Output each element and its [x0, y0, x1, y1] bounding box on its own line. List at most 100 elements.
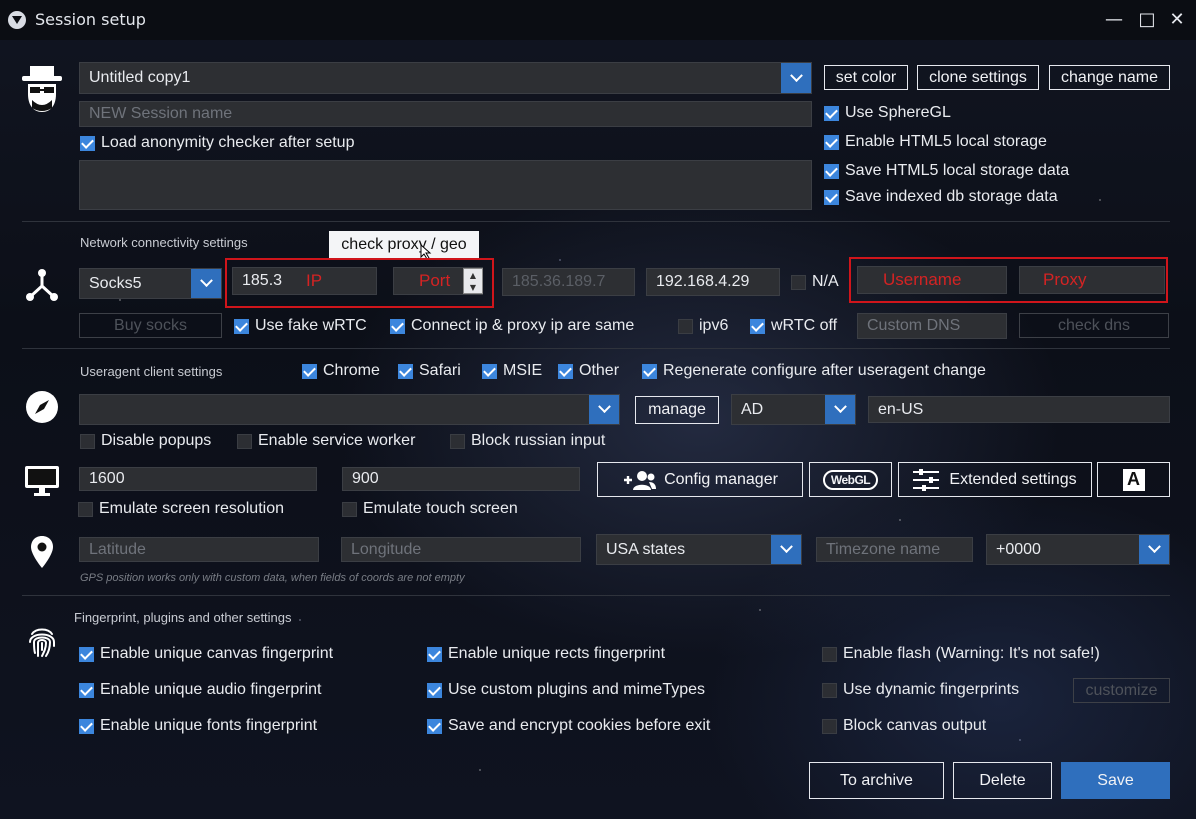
- latitude-input[interactable]: Latitude: [79, 537, 319, 562]
- timezone-input[interactable]: Timezone name: [816, 537, 973, 562]
- delete-button[interactable]: Delete: [953, 762, 1052, 799]
- gps-note: GPS position works only with custom data…: [80, 572, 465, 584]
- chevron-down-icon[interactable]: [589, 395, 619, 424]
- config-manager-button[interactable]: Config manager: [597, 462, 803, 497]
- checkbox-label: Emulate touch screen: [363, 500, 518, 517]
- encrypt-cookies-checkbox[interactable]: Save and encrypt cookies before exit: [427, 717, 710, 735]
- checkbox-icon: [750, 318, 765, 334]
- safari-checkbox[interactable]: Safari: [398, 362, 461, 380]
- proxy-password-input[interactable]: Proxy: [1019, 266, 1165, 294]
- msie-checkbox[interactable]: MSIE: [482, 362, 542, 380]
- emulate-touch-checkbox[interactable]: Emulate touch screen: [342, 500, 518, 518]
- session-notes-textarea[interactable]: [79, 160, 812, 210]
- useragent-select[interactable]: [79, 394, 620, 425]
- checkbox-icon: [482, 363, 497, 379]
- checkbox-icon: [558, 363, 573, 379]
- connect-ip-same-checkbox[interactable]: Connect ip & proxy ip are same: [390, 317, 634, 335]
- change-name-button[interactable]: change name: [1049, 65, 1170, 90]
- rects-fingerprint-checkbox[interactable]: Enable unique rects fingerprint: [427, 645, 665, 663]
- service-worker-checkbox[interactable]: Enable service worker: [237, 432, 415, 450]
- buy-socks-button[interactable]: Buy socks: [79, 313, 222, 338]
- port-spinner[interactable]: ▲ ▼: [463, 268, 483, 294]
- screen-height-input[interactable]: 900: [342, 467, 580, 491]
- regenerate-checkbox[interactable]: Regenerate configure after useragent cha…: [642, 362, 986, 380]
- webgl-button[interactable]: WebGL: [809, 462, 892, 497]
- session-name-select[interactable]: Untitled copy1: [79, 62, 812, 94]
- divider: [22, 348, 1170, 349]
- local-ip-field[interactable]: 192.168.4.29: [646, 268, 780, 296]
- language-input[interactable]: en-US: [868, 396, 1170, 423]
- new-session-name-input[interactable]: NEW Session name: [79, 101, 812, 127]
- set-color-button[interactable]: set color: [824, 65, 908, 90]
- checkbox-icon: [80, 135, 95, 151]
- manage-button[interactable]: manage: [635, 396, 719, 424]
- customize-button[interactable]: customize: [1073, 678, 1170, 703]
- extended-settings-button[interactable]: Extended settings: [898, 462, 1092, 497]
- save-button[interactable]: Save: [1061, 762, 1170, 799]
- checkbox-icon: [642, 363, 657, 379]
- load-anonymity-checkbox[interactable]: Load anonymity checker after setup: [80, 134, 354, 152]
- spin-up-icon[interactable]: ▲: [464, 269, 482, 281]
- check-proxy-button[interactable]: check proxy / geo: [329, 231, 479, 258]
- proxy-type-select[interactable]: Socks5: [79, 268, 222, 299]
- proxy-annotation: Proxy: [1043, 270, 1087, 289]
- enable-flash-checkbox[interactable]: Enable flash (Warning: It's not safe!): [822, 645, 1100, 663]
- minimize-button[interactable]: —: [1104, 10, 1124, 30]
- chevron-down-icon[interactable]: [1139, 535, 1169, 564]
- ipv6-checkbox[interactable]: ipv6: [678, 317, 728, 335]
- chevron-down-icon[interactable]: [825, 395, 855, 424]
- dynamic-fingerprints-checkbox[interactable]: Use dynamic fingerprints: [822, 681, 1019, 699]
- checkbox-icon: [824, 163, 839, 179]
- useragent-section-label: Useragent client settings: [80, 364, 223, 379]
- extended-settings-label: Extended settings: [949, 470, 1077, 488]
- fake-webrtc-checkbox[interactable]: Use fake wRTC: [234, 317, 367, 335]
- checkbox-label: Regenerate configure after useragent cha…: [663, 362, 986, 379]
- custom-plugins-checkbox[interactable]: Use custom plugins and mimeTypes: [427, 681, 705, 699]
- save-html5-storage-checkbox[interactable]: Save HTML5 local storage data: [824, 162, 1069, 180]
- checkbox-label: Enable HTML5 local storage: [845, 133, 1047, 150]
- canvas-fingerprint-checkbox[interactable]: Enable unique canvas fingerprint: [79, 645, 333, 663]
- config-manager-label: Config manager: [664, 470, 778, 488]
- checkbox-icon: [79, 682, 94, 698]
- save-indexeddb-checkbox[interactable]: Save indexed db storage data: [824, 188, 1058, 206]
- block-russian-checkbox[interactable]: Block russian input: [450, 432, 605, 450]
- checkbox-icon: [80, 433, 95, 449]
- maximize-button[interactable]: □: [1137, 10, 1157, 30]
- clone-settings-button[interactable]: clone settings: [917, 65, 1039, 90]
- screen-width-input[interactable]: 1600: [79, 467, 317, 491]
- checkbox-icon: [791, 274, 806, 290]
- webrtc-off-checkbox[interactable]: wRTC off: [750, 317, 837, 335]
- font-settings-button[interactable]: A: [1097, 462, 1170, 497]
- fonts-fingerprint-checkbox[interactable]: Enable unique fonts fingerprint: [79, 717, 317, 735]
- proxy-username-input[interactable]: Username: [857, 266, 1007, 294]
- title-bar: [0, 0, 1196, 40]
- monitor-icon: [24, 465, 60, 497]
- disable-popups-checkbox[interactable]: Disable popups: [80, 432, 211, 450]
- html5-storage-checkbox[interactable]: Enable HTML5 local storage: [824, 133, 1047, 151]
- region-select[interactable]: USA states: [596, 534, 802, 565]
- na-checkbox[interactable]: N/A: [791, 273, 839, 291]
- timezone-offset-select[interactable]: +0000: [986, 534, 1170, 565]
- spin-down-icon[interactable]: ▼: [464, 281, 482, 293]
- close-button[interactable]: ✕: [1167, 10, 1187, 30]
- chevron-down-icon[interactable]: [771, 535, 801, 564]
- proxy-ip-input[interactable]: 185.3 IP: [232, 267, 377, 295]
- checkbox-label: Save and encrypt cookies before exit: [448, 717, 711, 734]
- chevron-down-icon[interactable]: [781, 63, 811, 93]
- other-checkbox[interactable]: Other: [558, 362, 619, 380]
- ip-annotation: IP: [306, 271, 323, 290]
- emulate-resolution-checkbox[interactable]: Emulate screen resolution: [78, 500, 284, 518]
- chevron-down-icon[interactable]: [191, 269, 221, 298]
- location-pin-icon: [31, 536, 53, 568]
- check-dns-button[interactable]: check dns: [1019, 313, 1169, 338]
- audio-fingerprint-checkbox[interactable]: Enable unique audio fingerprint: [79, 681, 322, 699]
- custom-dns-input[interactable]: Custom DNS: [857, 313, 1007, 339]
- app-logo-icon: [8, 11, 26, 29]
- country-select[interactable]: AD: [731, 394, 856, 425]
- use-spheregl-checkbox[interactable]: Use SphereGL: [824, 104, 951, 122]
- chrome-checkbox[interactable]: Chrome: [302, 362, 380, 380]
- block-canvas-checkbox[interactable]: Block canvas output: [822, 717, 986, 735]
- longitude-input[interactable]: Longitude: [341, 537, 581, 562]
- proxy-type-value: Socks5: [89, 274, 142, 292]
- to-archive-button[interactable]: To archive: [809, 762, 944, 799]
